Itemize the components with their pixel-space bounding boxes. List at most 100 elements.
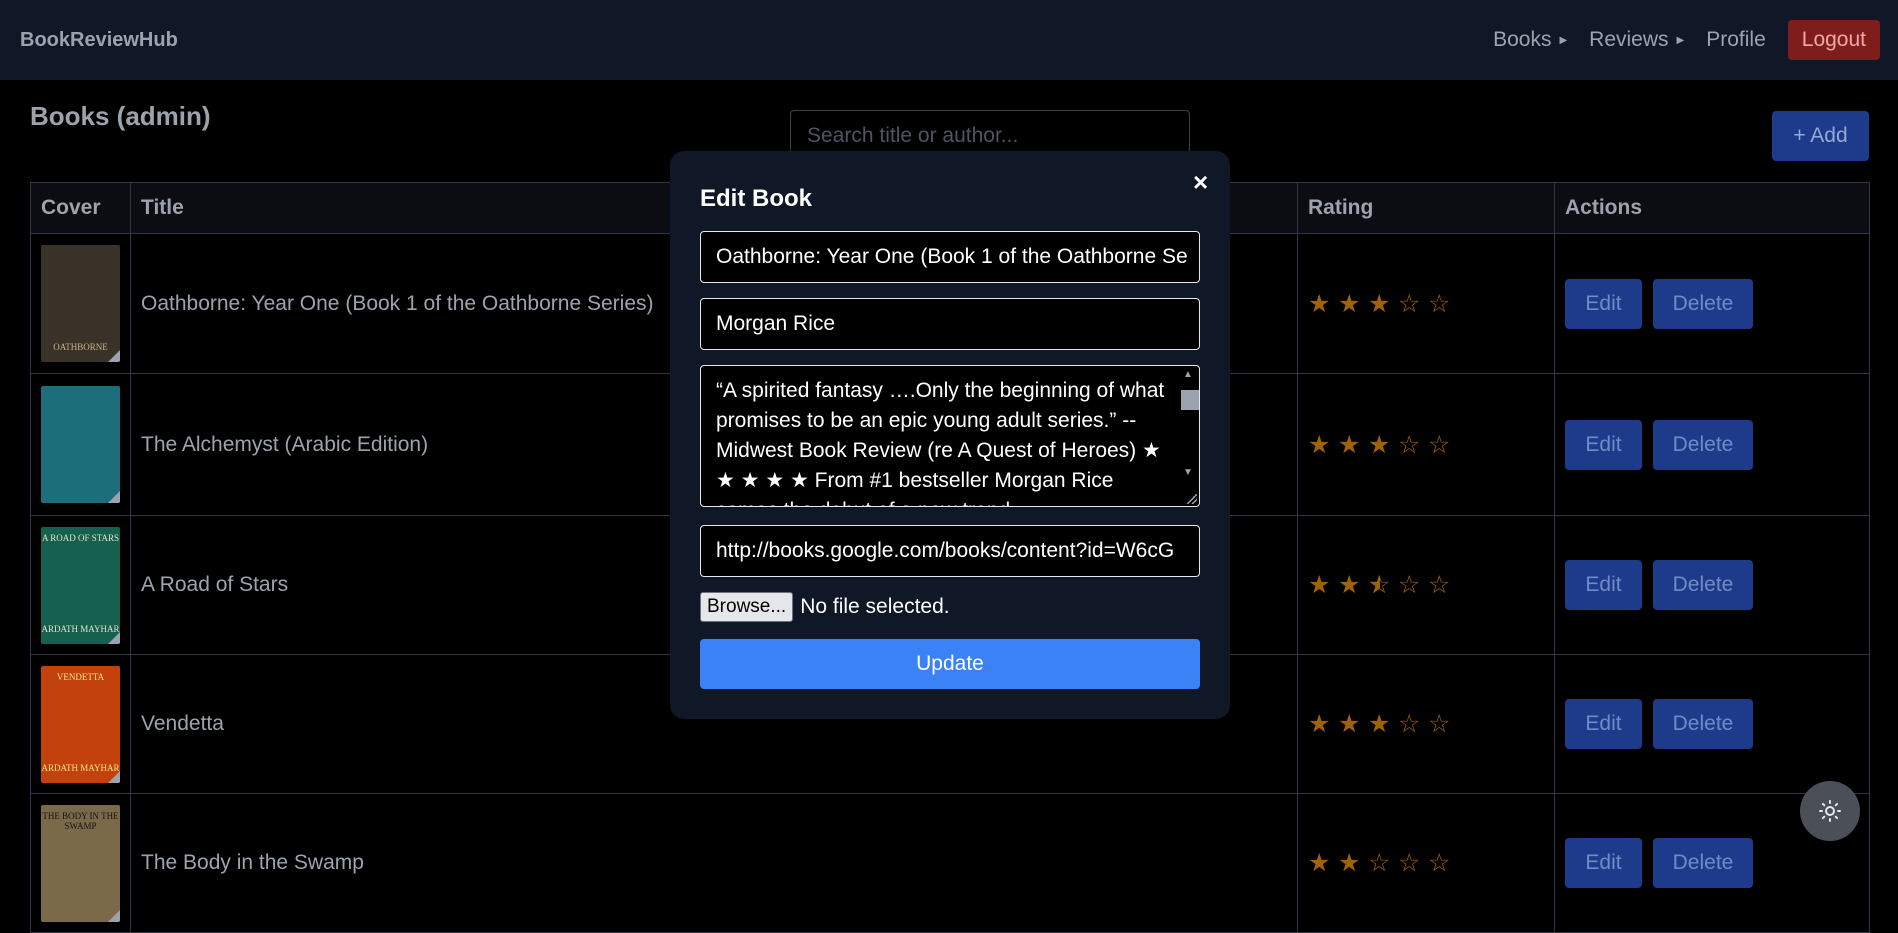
star-half-icon: ☆ ★ bbox=[1368, 571, 1391, 599]
resize-corner-icon bbox=[108, 909, 120, 922]
description-field[interactable]: “A spirited fantasy ….Only the beginning… bbox=[700, 365, 1200, 507]
nav-item-books[interactable]: Books ▶ bbox=[1493, 28, 1567, 52]
scroll-down-icon[interactable]: ▼ bbox=[1183, 467, 1193, 478]
rating-cell: ★ ★ ★ ☆ ☆ bbox=[1297, 654, 1555, 794]
delete-button[interactable]: Delete bbox=[1653, 699, 1753, 749]
star-rating: ★ ★ ★ ☆ ☆ bbox=[1298, 709, 1554, 739]
star-rating: ★ ★ ★ ☆ ☆ bbox=[1298, 289, 1554, 319]
resize-corner-icon bbox=[108, 491, 120, 503]
modal-title: Edit Book bbox=[700, 185, 812, 212]
logout-button[interactable]: Logout bbox=[1787, 20, 1880, 60]
star-empty-icon: ☆ bbox=[1398, 571, 1421, 599]
file-upload: Browse... No file selected. bbox=[700, 592, 950, 622]
author-field[interactable]: Morgan Rice bbox=[700, 298, 1200, 350]
star-filled-icon: ★ bbox=[1308, 430, 1331, 459]
brand-logo[interactable]: BookReviewHub bbox=[20, 0, 178, 80]
star-empty-icon: ☆ bbox=[1398, 430, 1421, 459]
star-filled-icon: ★ bbox=[1338, 849, 1361, 877]
description-scrollbar[interactable]: ▲ ▼ bbox=[1179, 367, 1199, 505]
update-button[interactable]: Update bbox=[700, 639, 1200, 689]
delete-button[interactable]: Delete bbox=[1653, 560, 1753, 610]
star-filled-icon: ★ bbox=[1338, 430, 1361, 459]
caret-right-icon: ▶ bbox=[1676, 34, 1685, 46]
actions-cell: Edit Delete bbox=[1554, 515, 1870, 655]
nav-item-profile-label: Profile bbox=[1706, 28, 1766, 51]
delete-button[interactable]: Delete bbox=[1653, 419, 1753, 470]
star-empty-icon: ☆ bbox=[1428, 289, 1451, 318]
book-cover-image[interactable]: THE BODY IN THE SWAMP bbox=[41, 804, 120, 922]
edit-button[interactable]: Edit bbox=[1565, 560, 1642, 610]
resize-corner-icon bbox=[108, 350, 120, 362]
edit-button[interactable]: Edit bbox=[1565, 278, 1642, 329]
star-filled-icon: ★ bbox=[1338, 710, 1361, 738]
edit-button[interactable]: Edit bbox=[1565, 699, 1642, 749]
add-book-button[interactable]: + Add bbox=[1772, 111, 1869, 161]
cover-cell: A ROAD OF STARS ARDATH MAYHAR bbox=[30, 515, 131, 655]
description-text: “A spirited fantasy ….Only the beginning… bbox=[716, 379, 1165, 506]
edit-book-modal: Edit Book × Oathborne: Year One (Book 1 … bbox=[670, 151, 1230, 719]
title-field[interactable]: Oathborne: Year One (Book 1 of the Oathb… bbox=[700, 231, 1200, 283]
star-filled-icon: ★ bbox=[1368, 430, 1391, 459]
header-cover: Cover bbox=[30, 182, 131, 234]
cover-cell: OATHBORNE bbox=[30, 233, 131, 374]
star-rating: ★ ★ ★ ☆ ☆ bbox=[1298, 430, 1554, 460]
actions-cell: Edit Delete bbox=[1554, 233, 1870, 374]
theme-toggle-button[interactable] bbox=[1800, 781, 1860, 841]
caret-right-icon: ▶ bbox=[1559, 34, 1568, 46]
book-cover-image[interactable] bbox=[41, 386, 120, 503]
resize-corner-icon bbox=[108, 770, 120, 783]
star-filled-icon: ★ bbox=[1368, 710, 1391, 738]
star-filled-icon: ★ bbox=[1308, 710, 1331, 738]
edit-button[interactable]: Edit bbox=[1565, 838, 1642, 888]
nav-item-books-label: Books bbox=[1493, 28, 1552, 51]
cover-cell bbox=[30, 373, 131, 516]
nav-menu: Books ▶ Reviews ▶ Profile Logout bbox=[1493, 20, 1880, 60]
resize-grip-icon[interactable] bbox=[1187, 494, 1197, 504]
cover-top-text: THE BODY IN THE SWAMP bbox=[42, 810, 119, 831]
cover-top-text: VENDETTA bbox=[56, 671, 105, 682]
scroll-thumb[interactable] bbox=[1181, 390, 1199, 410]
header-rating: Rating bbox=[1297, 182, 1555, 234]
header-actions: Actions bbox=[1554, 182, 1870, 234]
delete-button[interactable]: Delete bbox=[1653, 278, 1753, 329]
star-filled-icon: ★ bbox=[1308, 571, 1331, 599]
close-icon[interactable]: × bbox=[1193, 167, 1208, 198]
page-title: Books (admin) bbox=[30, 101, 211, 131]
nav-item-reviews-label: Reviews bbox=[1589, 28, 1669, 51]
star-empty-icon: ☆ bbox=[1428, 849, 1451, 877]
cover-cell: VENDETTA ARDATH MAYHAR bbox=[30, 654, 131, 794]
resize-corner-icon bbox=[108, 631, 120, 644]
star-filled-icon: ★ bbox=[1308, 289, 1331, 318]
star-filled-icon: ★ bbox=[1338, 571, 1361, 599]
star-filled-icon: ★ bbox=[1308, 849, 1331, 877]
cover-cell: THE BODY IN THE SWAMP bbox=[30, 793, 131, 933]
navbar: BookReviewHub Books ▶ Reviews ▶ Profile … bbox=[0, 0, 1898, 80]
delete-button[interactable]: Delete bbox=[1653, 838, 1753, 888]
scroll-up-icon[interactable]: ▲ bbox=[1183, 369, 1193, 380]
rating-cell: ★ ★ ☆ ★ ☆ ☆ bbox=[1297, 515, 1555, 655]
star-empty-icon: ☆ bbox=[1428, 710, 1451, 738]
book-title[interactable]: The Body in the Swamp bbox=[130, 793, 1298, 933]
rating-cell: ★ ★ ★ ☆ ☆ bbox=[1297, 373, 1555, 516]
book-cover-image[interactable]: VENDETTA ARDATH MAYHAR bbox=[41, 665, 120, 783]
star-rating: ★ ★ ☆ ★ ☆ ☆ bbox=[1298, 570, 1554, 600]
edit-button[interactable]: Edit bbox=[1565, 419, 1642, 470]
star-filled-icon: ★ bbox=[1338, 289, 1361, 318]
star-empty-icon: ☆ bbox=[1368, 849, 1391, 877]
star-empty-icon: ☆ bbox=[1428, 430, 1451, 459]
cover-url-field[interactable]: http://books.google.com/books/content?id… bbox=[700, 525, 1200, 577]
nav-item-reviews[interactable]: Reviews ▶ bbox=[1589, 28, 1684, 52]
nav-item-profile[interactable]: Profile bbox=[1706, 28, 1766, 52]
book-cover-image[interactable]: A ROAD OF STARS ARDATH MAYHAR bbox=[41, 526, 120, 644]
star-empty-icon: ☆ bbox=[1398, 849, 1421, 877]
book-cover-image[interactable]: OATHBORNE bbox=[41, 245, 120, 362]
rating-cell: ★ ★ ☆ ☆ ☆ bbox=[1297, 793, 1555, 933]
browse-button[interactable]: Browse... bbox=[700, 592, 794, 622]
star-empty-icon: ☆ bbox=[1398, 710, 1421, 738]
star-rating: ★ ★ ☆ ☆ ☆ bbox=[1298, 848, 1554, 878]
sun-icon bbox=[1819, 800, 1841, 822]
actions-cell: Edit Delete bbox=[1554, 373, 1870, 516]
star-filled-icon: ★ bbox=[1368, 289, 1391, 318]
table-row: THE BODY IN THE SWAMP The Body in the Swa… bbox=[30, 793, 1870, 933]
file-status: No file selected. bbox=[800, 595, 950, 618]
